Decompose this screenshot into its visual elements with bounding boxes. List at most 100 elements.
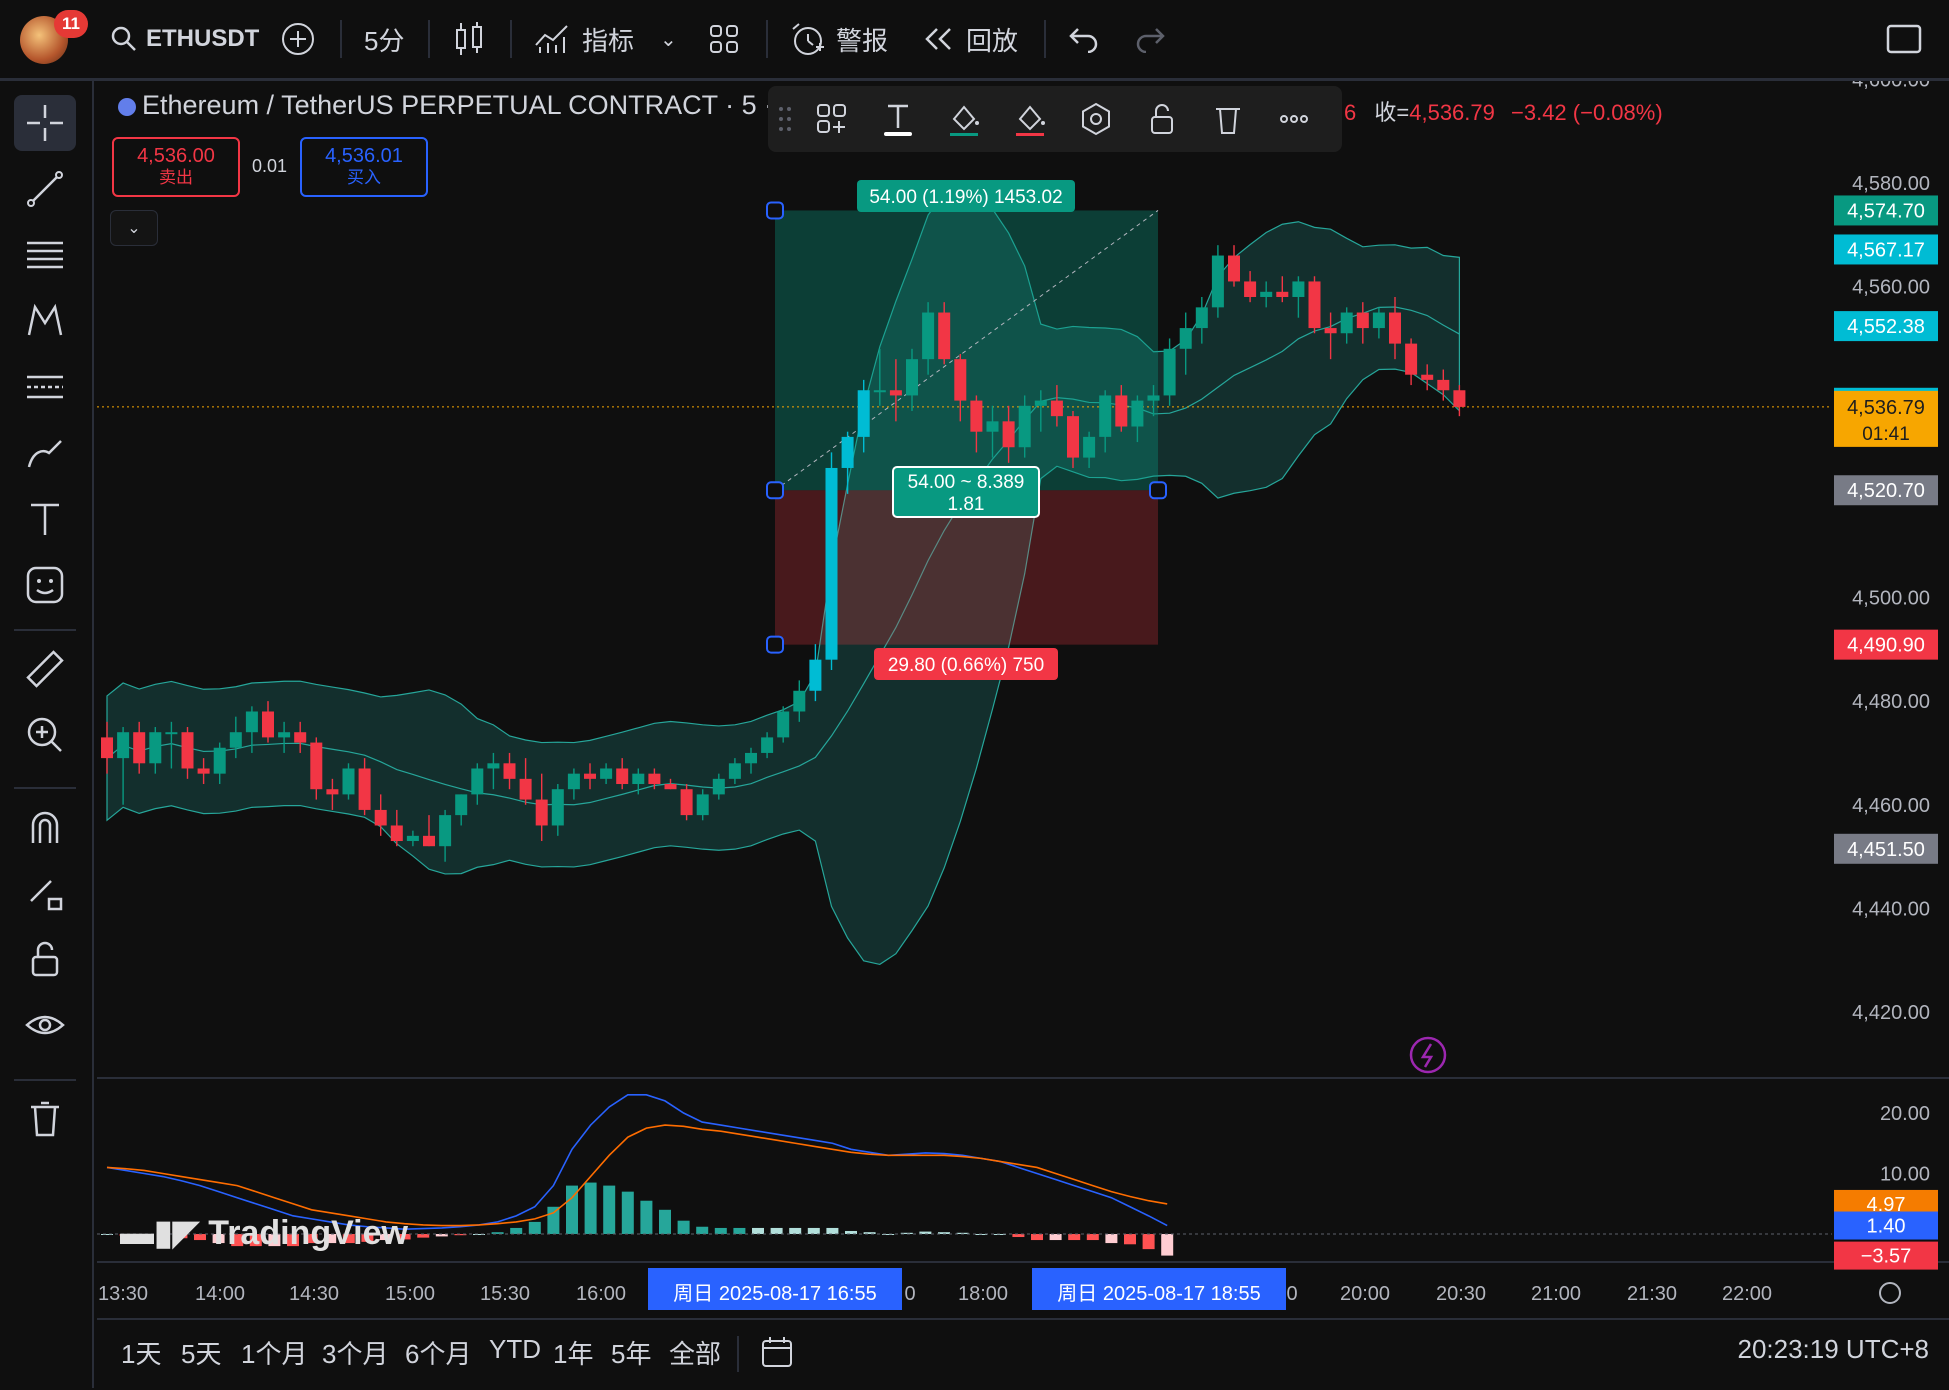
time-axis-label: 21:00 bbox=[1531, 1283, 1581, 1305]
price-chart[interactable]: 4,600.00 4,580.00 4,560.00 4,500.00 4,480.00… bbox=[97, 81, 1949, 1311]
candle-body bbox=[390, 825, 403, 842]
range-1y[interactable]: 1年 bbox=[553, 1334, 593, 1371]
candle-body bbox=[310, 742, 323, 790]
forecast-tool[interactable] bbox=[14, 359, 76, 415]
template-button[interactable] bbox=[806, 94, 858, 144]
chevron-down-icon[interactable]: ⌄ bbox=[660, 18, 677, 60]
candle-body bbox=[745, 752, 757, 764]
hide-tool[interactable] bbox=[14, 997, 76, 1053]
macd-histogram-bar bbox=[640, 1200, 653, 1234]
go-to-date-button[interactable] bbox=[759, 1334, 795, 1375]
lock-button[interactable] bbox=[1136, 94, 1188, 144]
brush-icon bbox=[27, 440, 62, 468]
symbol-search[interactable]: ETHUSDT bbox=[110, 18, 259, 60]
alert-button[interactable]: 警报 bbox=[790, 18, 888, 60]
range-5d[interactable]: 5天 bbox=[181, 1334, 221, 1371]
add-symbol-button[interactable] bbox=[280, 18, 316, 60]
collapse-button[interactable]: ⌄ bbox=[110, 210, 158, 246]
alarm-clock-icon bbox=[792, 23, 824, 55]
horizontal-lines-icon bbox=[27, 241, 63, 269]
buy-label: 买入 bbox=[347, 168, 381, 187]
text-icon bbox=[884, 104, 912, 136]
macd-tag-label: −3.57 bbox=[1861, 1246, 1912, 1268]
candle-body bbox=[567, 773, 580, 790]
fill-down-color-button[interactable] bbox=[1004, 94, 1056, 144]
candle-body bbox=[1163, 348, 1176, 396]
delete-drawings-tool[interactable] bbox=[14, 1091, 76, 1147]
chart-type-button[interactable] bbox=[454, 18, 484, 60]
zoom-tool[interactable] bbox=[14, 707, 76, 763]
range-6m[interactable]: 6个月 bbox=[405, 1334, 471, 1371]
layouts-button[interactable] bbox=[708, 18, 740, 60]
candle-body bbox=[1211, 255, 1224, 308]
range-5y[interactable]: 5年 bbox=[611, 1334, 651, 1371]
interval-button[interactable]: 5分 bbox=[364, 18, 404, 60]
lock-all-tool[interactable] bbox=[14, 931, 76, 987]
zoom-in-icon bbox=[27, 717, 62, 752]
forecast-icon bbox=[27, 375, 63, 399]
time-axis-label: 22:00 bbox=[1722, 1283, 1772, 1305]
sell-label: 卖出 bbox=[159, 168, 193, 187]
candle-body bbox=[1292, 281, 1305, 297]
candle-body bbox=[680, 789, 693, 816]
drag-handle-icon[interactable] bbox=[772, 94, 798, 144]
buy-button[interactable]: 4,536.01 买入 bbox=[300, 137, 428, 197]
candle-body bbox=[1099, 395, 1112, 437]
macd-histogram-bar bbox=[714, 1227, 727, 1234]
fill-up-color-button[interactable] bbox=[938, 94, 990, 144]
text-tool[interactable] bbox=[14, 491, 76, 547]
replay-button[interactable]: 回放 bbox=[922, 18, 1018, 60]
drawing-toolbar bbox=[0, 81, 94, 1388]
candle-body bbox=[117, 732, 130, 759]
more-button[interactable] bbox=[1268, 94, 1320, 144]
pattern-icon bbox=[27, 303, 63, 336]
pattern-tool[interactable] bbox=[14, 293, 76, 349]
candle-body bbox=[197, 768, 210, 774]
candle-body bbox=[423, 835, 435, 847]
crosshair-tool[interactable] bbox=[14, 95, 76, 151]
magnet-icon bbox=[31, 811, 59, 843]
measure-tool[interactable] bbox=[14, 641, 76, 697]
candle-body bbox=[1131, 400, 1144, 427]
symbol-legend[interactable]: Ethereum / TetherUS PERPETUAL CONTRACT ·… bbox=[118, 90, 773, 121]
emoji-tool[interactable] bbox=[14, 557, 76, 613]
range-3m[interactable]: 3个月 bbox=[322, 1334, 388, 1371]
range-ytd[interactable]: YTD bbox=[489, 1334, 541, 1365]
range-1m[interactable]: 1个月 bbox=[241, 1334, 307, 1371]
time-axis-label: 18:00 bbox=[958, 1283, 1008, 1305]
candle-body bbox=[213, 747, 226, 774]
candle-body bbox=[1147, 395, 1160, 401]
undo-icon bbox=[1069, 28, 1098, 53]
lock-drawing-tool[interactable] bbox=[14, 865, 76, 921]
candles-icon bbox=[456, 22, 482, 55]
trend-line-tool[interactable] bbox=[14, 161, 76, 217]
undo-button[interactable] bbox=[1068, 18, 1100, 60]
range-1d[interactable]: 1天 bbox=[121, 1334, 161, 1371]
candle-body bbox=[889, 390, 902, 396]
candle-body bbox=[294, 732, 307, 743]
settings-button[interactable] bbox=[1070, 94, 1122, 144]
fib-tool[interactable] bbox=[14, 227, 76, 283]
sell-button[interactable]: 4,536.00 卖出 bbox=[112, 137, 240, 197]
candle-body bbox=[728, 763, 741, 779]
notification-badge: 11 bbox=[54, 10, 88, 38]
candle-body bbox=[954, 359, 967, 401]
text-color-button[interactable] bbox=[872, 94, 924, 144]
candle-body bbox=[133, 732, 146, 764]
fullscreen-button[interactable] bbox=[1886, 18, 1922, 60]
delete-button[interactable] bbox=[1202, 94, 1254, 144]
range-all[interactable]: 全部 bbox=[669, 1334, 721, 1371]
redo-icon bbox=[1136, 28, 1165, 53]
macd-histogram-bar bbox=[547, 1206, 560, 1234]
top-toolbar: 11 ETHUSDT 5分 指标 ⌄ 警报 回放 bbox=[0, 0, 1949, 81]
clock[interactable]: 20:23:19 UTC+8 bbox=[1737, 1334, 1929, 1365]
trend-line-icon bbox=[27, 171, 63, 207]
redo-button[interactable] bbox=[1134, 18, 1166, 60]
macd-histogram-bar bbox=[1068, 1234, 1081, 1241]
magnet-tool[interactable] bbox=[14, 799, 76, 855]
indicators-button[interactable]: 指标 bbox=[534, 18, 634, 60]
macd-histogram-bar bbox=[677, 1220, 690, 1234]
candle-body bbox=[1324, 328, 1337, 334]
brush-tool[interactable] bbox=[14, 425, 76, 481]
macd-histogram-bar bbox=[1086, 1234, 1099, 1241]
